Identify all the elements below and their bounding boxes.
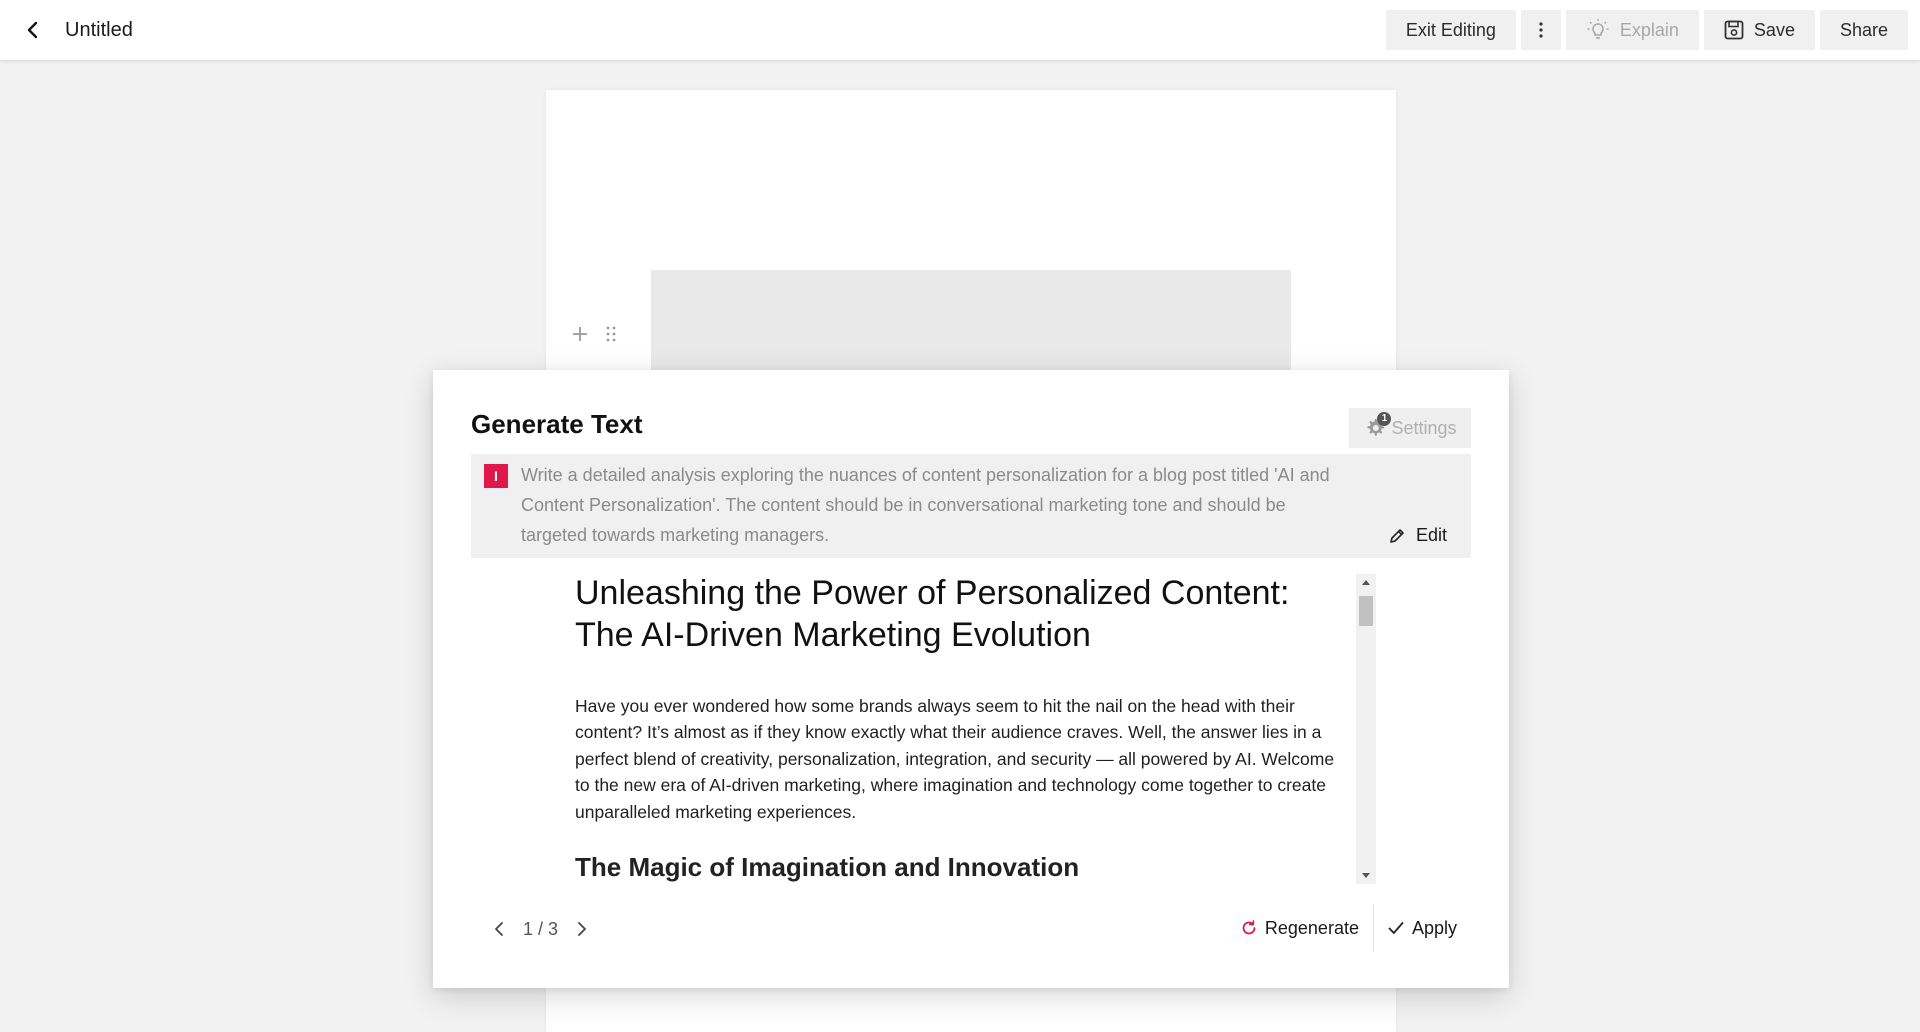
save-label: Save — [1753, 19, 1795, 40]
result-content: Unleashing the Power of Personalized Con… — [575, 570, 1345, 883]
back-button[interactable] — [18, 15, 48, 45]
edit-prompt-button[interactable]: Edit — [1388, 525, 1447, 546]
regenerate-button[interactable]: Regenerate — [1229, 903, 1371, 953]
settings-label: Settings — [1391, 417, 1457, 438]
chevron-left-icon — [495, 922, 503, 936]
scroll-down-arrow[interactable] — [1356, 867, 1376, 884]
gear-icon-wrap: 1 — [1363, 412, 1392, 440]
result-heading: Unleashing the Power of Personalized Con… — [575, 574, 1290, 654]
pencil-icon — [1390, 528, 1404, 543]
exit-editing-button[interactable]: Exit Editing — [1385, 10, 1516, 50]
floppy-disk-icon — [1724, 20, 1744, 40]
prompt-text: Write a detailed analysis exploring the … — [521, 465, 1330, 545]
generate-text-dialog: Generate Text 1 Settings I Write a detai… — [433, 370, 1509, 988]
dialog-footer-actions: Regenerate Apply — [1229, 903, 1469, 953]
drag-handle-icon[interactable] — [606, 326, 616, 342]
next-result-button[interactable] — [568, 915, 596, 943]
settings-button[interactable]: 1 Settings — [1349, 408, 1471, 448]
result-subheading: The Magic of Imagination and Innovation — [575, 852, 1080, 883]
image-block-placeholder[interactable] — [651, 270, 1291, 370]
result-pager: 1 / 3 — [485, 915, 596, 943]
settings-badge: 1 — [1377, 412, 1392, 426]
result-scrollbar[interactable] — [1356, 574, 1376, 884]
document-title[interactable]: Untitled — [65, 19, 133, 42]
refresh-icon — [1242, 920, 1256, 935]
chevron-left-icon — [27, 21, 38, 39]
scroll-up-arrow[interactable] — [1356, 574, 1376, 591]
chevron-right-icon — [578, 922, 586, 936]
footer-divider — [1372, 905, 1374, 951]
apply-label: Apply — [1411, 917, 1457, 938]
explain-label: Explain — [1619, 19, 1679, 40]
share-button[interactable]: Share — [1819, 10, 1908, 50]
caret-up-icon — [1362, 580, 1370, 585]
previous-result-button[interactable] — [485, 915, 513, 943]
scroll-thumb[interactable] — [1359, 596, 1373, 626]
pager-count: 1 / 3 — [523, 918, 559, 939]
edit-label: Edit — [1415, 525, 1447, 545]
more-options-button[interactable] — [1520, 10, 1561, 50]
top-actions: Exit Editing Explain Save Share — [1385, 10, 1908, 50]
kebab-menu-icon — [1539, 22, 1543, 38]
result-paragraph: Have you ever wondered how some brands a… — [575, 696, 1335, 822]
regenerate-label: Regenerate — [1264, 917, 1359, 938]
checkmark-icon — [1388, 922, 1404, 934]
lightbulb-icon — [1587, 19, 1609, 39]
caret-down-icon — [1362, 873, 1370, 878]
generated-result[interactable]: Unleashing the Power of Personalized Con… — [471, 570, 1471, 883]
user-avatar: I — [484, 464, 508, 488]
block-tools — [572, 326, 616, 342]
explain-button[interactable]: Explain — [1565, 10, 1699, 50]
save-button[interactable]: Save — [1703, 10, 1815, 50]
prompt-box: I Write a detailed analysis exploring th… — [471, 454, 1471, 558]
top-bar: Untitled Exit Editing Explain Save Share — [0, 0, 1920, 60]
plus-icon[interactable] — [572, 326, 588, 342]
apply-button[interactable]: Apply — [1376, 903, 1469, 953]
dialog-title: Generate Text — [471, 409, 643, 439]
